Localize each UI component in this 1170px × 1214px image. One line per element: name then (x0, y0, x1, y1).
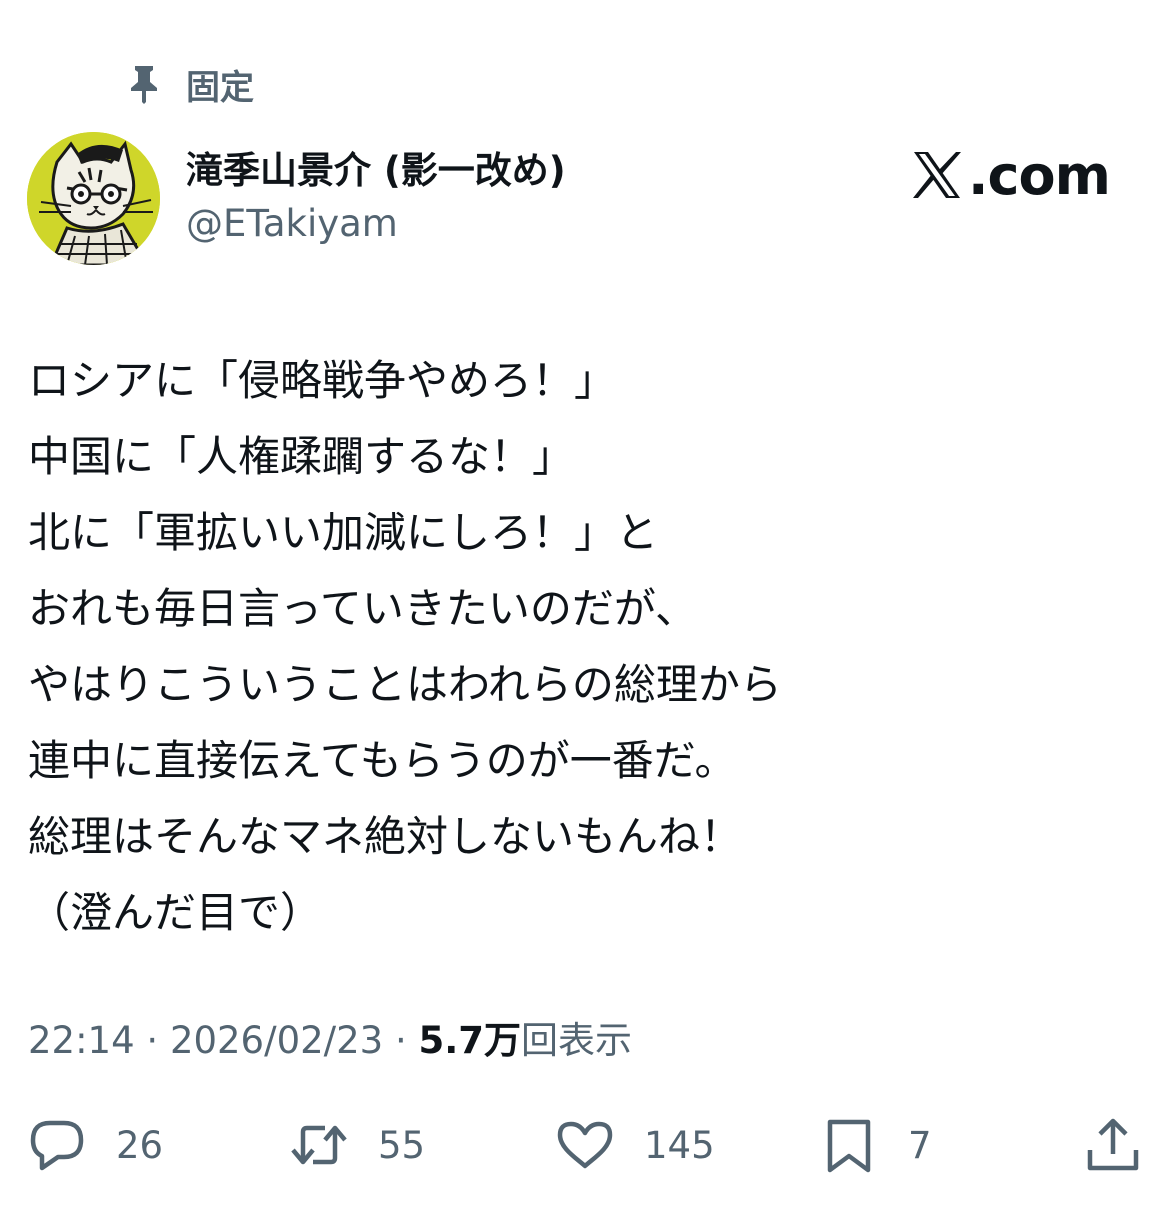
reply-count: 26 (116, 1123, 164, 1167)
pin-icon (131, 66, 157, 104)
bookmark-icon (827, 1119, 871, 1173)
views-label: 回表示 (521, 1019, 633, 1062)
pinned-indicator: 固定 (126, 62, 254, 108)
share-icon (1087, 1118, 1139, 1171)
tweet-line: ロシアに「侵略戦争やめろ！」 (28, 356, 617, 405)
display-name[interactable]: 滝季山景介 (影一改め) (186, 148, 566, 194)
views-count[interactable]: 5.7万 (419, 1019, 522, 1062)
pinned-label: 固定 (186, 67, 254, 108)
brand-watermark: .com (912, 140, 1111, 210)
avatar[interactable] (27, 132, 160, 265)
like-count: 145 (644, 1123, 715, 1167)
meta-separator: · (134, 1019, 170, 1062)
bookmark-count: 7 (908, 1123, 932, 1167)
brand-text: .com (968, 143, 1111, 207)
tweet-line: やはりこういうことはわれらの総理から (28, 660, 782, 709)
tweet-line: 連中に直接伝えてもらうのが一番だ。 (28, 736, 737, 785)
cat-avatar-image (27, 132, 160, 265)
heart-icon (557, 1121, 613, 1169)
tweet-date[interactable]: 2026/02/23 (170, 1019, 383, 1062)
repost-button[interactable]: 55 (290, 1110, 425, 1180)
meta-separator: · (383, 1019, 419, 1062)
tweet-line: 総理はそんなマネ絶対しないもんね！ (28, 812, 743, 861)
tweet-line: 中国に「人権蹂躙するな！」 (28, 432, 575, 481)
reply-button[interactable]: 26 (28, 1110, 163, 1180)
share-button[interactable] (1084, 1110, 1142, 1180)
action-bar: 26 55 145 7 (0, 1110, 1170, 1180)
tweet-text: ロシアに「侵略戦争やめろ！」 中国に「人権蹂躙するな！」 北に「軍拡いい加減にし… (28, 343, 1138, 951)
reply-icon (30, 1120, 84, 1171)
tweet-line: 北に「軍拡いい加減にしろ！」と (28, 508, 659, 557)
handle[interactable]: @ETakiyam (186, 198, 566, 250)
bookmark-button[interactable]: 7 (820, 1110, 932, 1180)
repost-count: 55 (378, 1123, 426, 1167)
author-block[interactable]: 滝季山景介 (影一改め) @ETakiyam (186, 148, 566, 250)
x-logo-icon (913, 152, 961, 198)
tweet-meta: 22:14 · 2026/02/23 · 5.7万回表示 (28, 1015, 632, 1067)
repost-icon (291, 1125, 347, 1165)
tweet-time[interactable]: 22:14 (28, 1019, 135, 1062)
tweet-line: （澄んだ目で） (28, 888, 323, 937)
like-button[interactable]: 145 (556, 1110, 715, 1180)
tweet-line: おれも毎日言っていきたいのだが、 (28, 584, 698, 633)
